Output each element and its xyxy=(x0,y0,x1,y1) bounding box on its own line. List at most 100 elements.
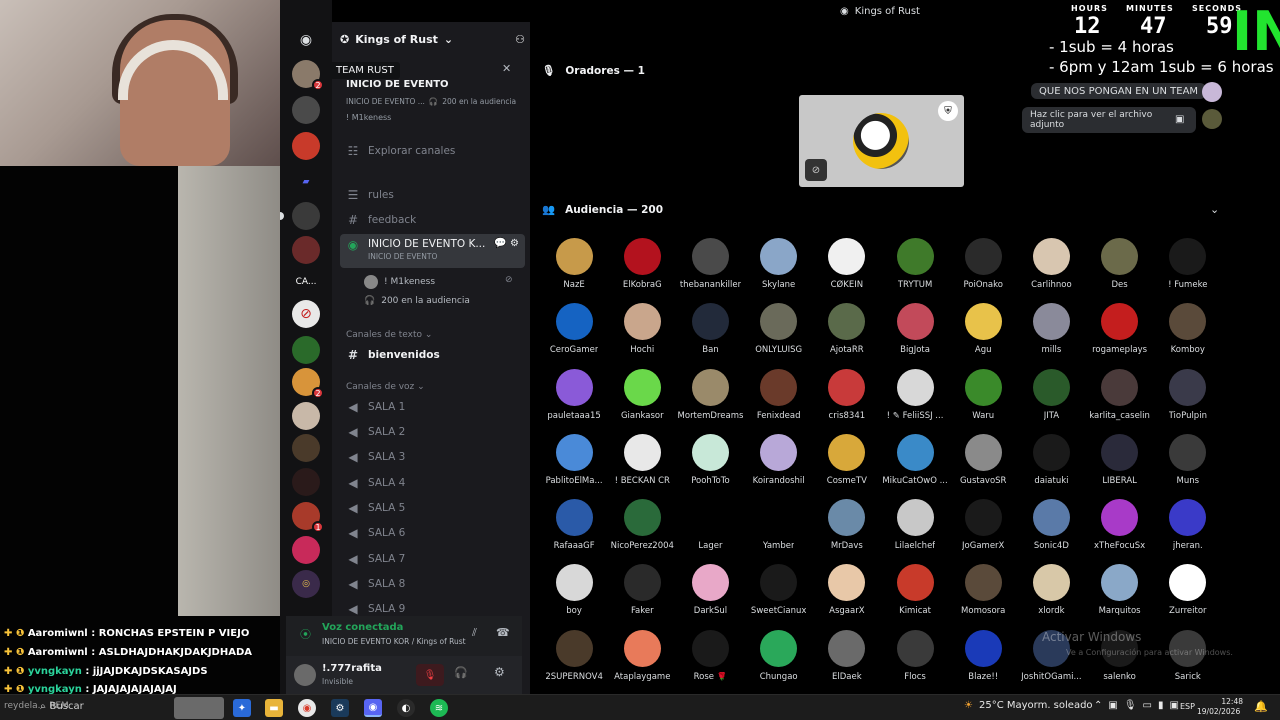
weather-widget[interactable]: ☀ 25°C Mayorm. soleado xyxy=(964,700,1093,711)
voice-channel-sala-1[interactable]: ◀ SALA 1 xyxy=(340,396,525,418)
folder-icon[interactable]: ▰ xyxy=(292,168,320,196)
audience-member[interactable]: CosmeTV xyxy=(813,433,881,499)
server-icon-2[interactable] xyxy=(292,96,320,124)
audience-member[interactable]: TRYTUM xyxy=(881,238,949,303)
voice-channel-sala-7[interactable]: ◀ SALA 7 xyxy=(340,548,525,570)
audience-member[interactable]: NazE xyxy=(540,238,608,303)
audience-member[interactable]: Flocs xyxy=(881,629,949,695)
audience-member[interactable]: jheran. xyxy=(1154,499,1222,564)
server-icon-5[interactable] xyxy=(292,236,320,264)
close-icon[interactable]: ✕ xyxy=(502,62,511,75)
category-voice[interactable]: Canales de voz ⌄ xyxy=(346,382,425,392)
audience-member[interactable]: CeroGamer xyxy=(540,303,608,368)
audience-member[interactable]: cris8341 xyxy=(813,368,881,434)
taskbar-search[interactable]: ⌕ Buscar xyxy=(40,701,84,712)
audience-member[interactable]: Agu xyxy=(949,303,1017,368)
server-icon-ca[interactable]: CA... xyxy=(292,268,320,296)
audience-member[interactable]: BigJota xyxy=(881,303,949,368)
server-icon-9[interactable] xyxy=(292,402,320,430)
chat-bubble-attachment[interactable]: Haz clic para ver el archivo adjunto xyxy=(1022,107,1196,133)
audience-member[interactable]: Hochi xyxy=(608,303,676,368)
headphones-icon[interactable]: 🎧 xyxy=(454,666,468,679)
discord-icon[interactable]: ◉ xyxy=(364,699,382,717)
server-icon-1[interactable]: 2 xyxy=(292,60,324,91)
spotify-icon[interactable]: ≋ xyxy=(430,699,448,717)
audience-member[interactable]: Des xyxy=(1086,238,1154,303)
server-icon-13[interactable] xyxy=(292,536,320,564)
audience-member[interactable]: Momosora xyxy=(949,564,1017,629)
audience-member[interactable]: Fenixdead xyxy=(745,368,813,434)
channel-feedback[interactable]: # feedback xyxy=(340,209,525,231)
server-header[interactable]: ✪ Kings of Rust ⌄ ⚇ xyxy=(340,28,525,50)
stage-actions-icon[interactable]: 💬 ⚙ xyxy=(494,238,519,249)
chrome-icon[interactable]: ◉ xyxy=(298,699,316,717)
explore-channels[interactable]: ☷ Explorar canales xyxy=(340,140,525,162)
audience-member[interactable]: Kimicat xyxy=(881,564,949,629)
audience-member[interactable]: ! BECKAN CR xyxy=(608,433,676,499)
audience-member[interactable]: AjotaRR xyxy=(813,303,881,368)
audience-member[interactable]: MrDavs xyxy=(813,499,881,564)
audience-member[interactable]: Lilaelchef xyxy=(881,499,949,564)
disconnect-icon[interactable]: ☎ xyxy=(496,626,510,639)
chevron-down-icon[interactable]: ⌄ xyxy=(1210,203,1219,216)
invite-icon[interactable]: ⚇ xyxy=(515,33,525,46)
audience-member[interactable]: JoGamerX xyxy=(949,499,1017,564)
voice-location[interactable]: INICIO DE EVENTO KOR / Kings of Rust xyxy=(322,637,466,646)
audience-member[interactable]: mills xyxy=(1017,303,1085,368)
audience-member[interactable]: LIBERAL xyxy=(1086,433,1154,499)
audience-member[interactable]: Yamber xyxy=(745,499,813,564)
audience-member[interactable]: ONLYLUISG xyxy=(745,303,813,368)
tray-icons[interactable]: ⌃▣🎙▭▮▣ xyxy=(1094,700,1185,711)
voice-channel-sala-8[interactable]: ◀ SALA 8 xyxy=(340,573,525,595)
obs-icon[interactable]: ◐ xyxy=(397,699,415,717)
audience-member[interactable]: JITA xyxy=(1017,368,1085,434)
notification-icon[interactable]: 🔔 xyxy=(1254,700,1268,713)
audience-member[interactable]: Ataplaygame xyxy=(608,629,676,695)
audience-member[interactable]: pauletaaa15 xyxy=(540,368,608,434)
audience-member[interactable]: Waru xyxy=(949,368,1017,434)
voice-channel-sala-4[interactable]: ◀ SALA 4 xyxy=(340,472,525,494)
clock-date[interactable]: 19/02/2026 xyxy=(1197,707,1240,716)
audience-member[interactable]: Zurreitor xyxy=(1154,564,1222,629)
server-icon-14[interactable]: ◎ xyxy=(292,570,320,598)
copilot-icon[interactable]: ✦ xyxy=(233,699,251,717)
audience-member[interactable]: xlordk xyxy=(1017,564,1085,629)
stage-speaker-row[interactable]: ! M1keness xyxy=(364,275,435,289)
channel-stage-active[interactable]: ◉ INICIO DE EVENTO K... INICIO DE EVENTO… xyxy=(340,234,525,268)
audience-member[interactable]: ! Fumeke xyxy=(1154,238,1222,303)
category-text[interactable]: Canales de texto ⌄ xyxy=(346,330,432,340)
audience-member[interactable]: NicoPerez2004 xyxy=(608,499,676,564)
audience-member[interactable]: ElDaek xyxy=(813,629,881,695)
settings-gear-icon[interactable]: ⚙ xyxy=(494,665,505,679)
audience-member[interactable]: GustavoSR xyxy=(949,433,1017,499)
server-icon-no[interactable]: ⊘ xyxy=(292,300,320,328)
audience-member[interactable]: Carlihnoo xyxy=(1017,238,1085,303)
avatar[interactable] xyxy=(294,664,316,686)
voice-channel-sala-5[interactable]: ◀ SALA 5 xyxy=(340,497,525,519)
audience-member[interactable]: MikuCatOwO ... xyxy=(881,433,949,499)
event-title[interactable]: INICIO DE EVENTO xyxy=(346,79,449,90)
voice-channel-sala-6[interactable]: ◀ SALA 6 xyxy=(340,522,525,544)
audience-member[interactable]: Lager xyxy=(676,499,744,564)
voice-channel-sala-2[interactable]: ◀ SALA 2 xyxy=(340,421,525,443)
audience-member[interactable]: rogameplays xyxy=(1086,303,1154,368)
audience-member[interactable]: Skylane xyxy=(745,238,813,303)
audience-member[interactable]: xTheFocuSx xyxy=(1086,499,1154,564)
audience-member[interactable]: Rose 🌹 xyxy=(676,629,744,695)
audience-member[interactable]: TioPulpin xyxy=(1154,368,1222,434)
audience-member[interactable]: PoiOnako xyxy=(949,238,1017,303)
audience-member[interactable]: DarkSul xyxy=(676,564,744,629)
audience-member[interactable]: Marquitos xyxy=(1086,564,1154,629)
audience-member[interactable]: Giankasor xyxy=(608,368,676,434)
channel-rules[interactable]: ☰ rules xyxy=(340,184,525,206)
discord-home-icon[interactable]: ◉ xyxy=(292,26,320,54)
audience-member[interactable]: PoohToTo xyxy=(676,433,744,499)
audience-member[interactable]: Koirandoshil xyxy=(745,433,813,499)
clock-time[interactable]: 12:48 xyxy=(1211,697,1243,706)
server-icon-8[interactable]: 2 xyxy=(292,368,324,399)
server-icon-3[interactable] xyxy=(292,132,320,160)
server-icon-11[interactable] xyxy=(292,468,320,496)
audience-member[interactable]: thebanankiller xyxy=(676,238,744,303)
audience-member[interactable]: RafaaaGF xyxy=(540,499,608,564)
audience-member[interactable]: Muns xyxy=(1154,433,1222,499)
